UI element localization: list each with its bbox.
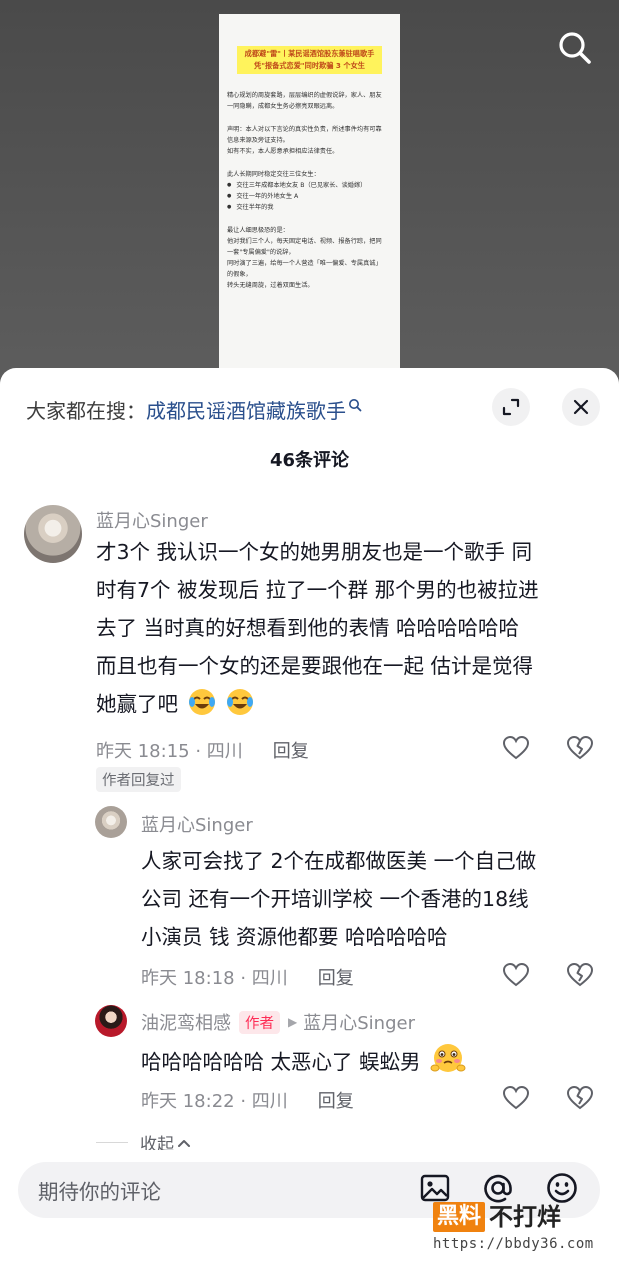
comment-time-location: 昨天 18:18 · 四川 [141,968,288,989]
doc-list-item: 交往三年成都本地女友 B（已见家长、谈婚嫁） [227,180,392,191]
comment-line: 她赢了吧 [96,692,178,716]
mention-button[interactable] [480,1170,516,1206]
doc-list: 此人长期同时稳定交往三位女生： 交往三年成都本地女友 B（已见家长、谈婚嫁） 交… [227,169,392,213]
comment-sheet: 大家都在搜： 成都民谣酒馆藏族歌手 46条评论 蓝月心Singer 才3个 我认… [0,368,619,1280]
comment-username-row: 油泥鸾相感 作者 ▶ 蓝月心Singer [141,1009,415,1035]
comment-line: 公司 还有一个开培训学校 一个香港的18线 [141,887,529,911]
comment-line-with-emoji: 她赢了吧 [96,685,601,723]
doc-list-item: 交往一年的外地女生 A [227,191,392,202]
broken-heart-icon [567,736,593,760]
watermark: 黑料 不打烊 https://bbdy36.com [433,1202,613,1262]
doc-title-line: 成都避"雷"丨某民谣酒馆股东兼驻唱歌手 [244,49,375,58]
like-button[interactable] [501,734,531,762]
watermark-url: https://bbdy36.com [433,1236,594,1252]
dislike-button[interactable] [565,1084,595,1112]
avatar[interactable] [95,806,127,838]
comment-line: 哈哈哈哈哈哈 太恶心了 蜈蚣男 [141,1050,421,1074]
hot-search-label: 大家都在搜： [26,398,146,423]
image-icon [420,1174,450,1202]
comment-line-with-emoji: 哈哈哈哈哈哈 太恶心了 蜈蚣男 [141,1041,601,1081]
author-badge: 作者 [239,1010,280,1034]
author-replied-tag: 作者回复过 [96,767,181,792]
emoji-button[interactable] [544,1170,580,1206]
laugh-cry-emoji-icon [188,689,215,715]
watermark-logo-part2: 不打烊 [489,1203,562,1231]
avatar[interactable] [24,505,82,563]
laugh-cry-emoji-icon [227,689,254,715]
video-document-image: 成都避"雷"丨某民谣酒馆股东兼驻唱歌手 凭"报备式恋爱"同时欺骗 3 个女生 精… [219,14,400,400]
doc-line: 声明：本人对以下言论的真实性负责，所述事件均有可靠 [227,126,382,133]
avatar[interactable] [95,1005,127,1037]
comment-meta: 昨天 18:22 · 四川 回复 [141,1087,354,1113]
search-icon [559,32,591,64]
expand-icon [502,398,520,416]
doc-line: 如有不实，本人愿意承担相应法律责任。 [227,148,339,155]
doc-list-item: 交往半年的我 [227,202,392,213]
watermark-logo-part1: 黑料 [433,1202,486,1232]
watermark-logo: 黑料 不打烊 [433,1202,613,1232]
doc-intro: 精心规划的周旋套路，层层编织的虚假说辞，家人、朋友 一同隐瞒，成都女生务必擦亮双… [227,90,392,112]
doc-line: 一套"专属偏爱"的说辞， [227,249,295,256]
image-button[interactable] [417,1170,453,1206]
doc-line: 一同隐瞒，成都女生务必擦亮双眼远离。 [227,103,339,110]
close-button[interactable] [562,388,600,426]
doc-line: 他对我们三个人，每天固定电话、视频、报备行踪，把同 [227,238,382,245]
comment-meta: 昨天 18:18 · 四川 回复 [141,964,354,990]
video-background[interactable]: 成都避"雷"丨某民谣酒馆股东兼驻唱歌手 凭"报备式恋爱"同时欺骗 3 个女生 精… [0,0,619,400]
comment-text: 哈哈哈哈哈哈 太恶心了 蜈蚣男 [141,1041,601,1081]
search-icon [349,399,362,412]
reply-button[interactable]: 回复 [318,964,354,990]
search-button[interactable] [553,26,597,70]
like-button[interactable] [501,961,531,989]
heart-icon [503,1086,529,1110]
comment-time-location: 昨天 18:22 · 四川 [141,1091,288,1112]
doc-line: 同时演了三遍，给每一个人营造「唯一偏爱、专属真诚」 [227,260,382,267]
expand-button[interactable] [492,388,530,426]
comment-line: 小演员 钱 资源他都要 哈哈哈哈哈 [141,925,448,949]
comment-username[interactable]: 油泥鸾相感 [141,1009,231,1035]
comment-line: 而且也有一个女的还是要跟他在一起 估计是觉得 [96,654,534,678]
like-button[interactable] [501,1084,531,1112]
doc-line: 信息来源及旁证支持。 [227,137,289,144]
smile-emoji-icon [547,1173,577,1203]
heart-icon [503,736,529,760]
chevron-up-icon [178,1139,190,1147]
comment-input-placeholder: 期待你的评论 [38,1180,161,1204]
dislike-button[interactable] [565,961,595,989]
comment-line: 时有7个 被发现后 拉了一个群 那个男的也被拉进 [96,578,539,602]
shy-blush-emoji-icon [430,1044,466,1072]
heart-icon [503,963,529,987]
dislike-button[interactable] [565,734,595,762]
comment-time-location: 昨天 18:15 · 四川 [96,741,243,762]
comment-text: 人家可会找了 2个在成都做医美 一个自己做 公司 还有一个开培训学校 一个香港的… [141,842,601,956]
broken-heart-icon [567,963,593,987]
comment-username[interactable]: 蓝月心Singer [96,507,208,533]
reply-button[interactable]: 回复 [273,737,309,763]
broken-heart-icon [567,1086,593,1110]
comment-username[interactable]: 蓝月心Singer [141,811,253,837]
doc-line: 的假象， [227,271,252,278]
comment-line: 去了 当时真的好想看到他的表情 哈哈哈哈哈哈 [96,616,520,640]
comment-line: 人家可会找了 2个在成都做医美 一个自己做 [141,849,537,873]
doc-line: 此人长期同时稳定交往三位女生： [227,171,320,178]
reply-button[interactable]: 回复 [318,1087,354,1113]
comment-line: 才3个 我认识一个女的她男朋友也是一个歌手 同 [96,540,533,564]
doc-title: 成都避"雷"丨某民谣酒馆股东兼驻唱歌手 凭"报备式恋爱"同时欺骗 3 个女生 [237,46,382,74]
doc-line: 转头无缝周旋，过着双面生活。 [227,282,314,289]
hot-search-keyword[interactable]: 成都民谣酒馆藏族歌手 [146,395,346,424]
doc-line: 最让人细思极恐的是： [227,227,289,234]
comment-meta: 昨天 18:15 · 四川 回复 [96,737,309,763]
doc-line: 精心规划的周旋套路，层层编织的虚假说辞，家人、朋友 [227,92,382,99]
hot-search-bar[interactable]: 大家都在搜： 成都民谣酒馆藏族歌手 [26,394,362,424]
doc-statement: 声明：本人对以下言论的真实性负责，所述事件均有可靠 信息来源及旁证支持。 如有不… [227,124,392,157]
at-sign-icon [484,1174,512,1203]
doc-ending: 最让人细思极恐的是： 他对我们三个人，每天固定电话、视频、报备行踪，把同 一套"… [227,225,392,291]
comment-text: 才3个 我认识一个女的她男朋友也是一个歌手 同 时有7个 被发现后 拉了一个群 … [96,533,601,723]
collapse-divider [96,1142,128,1143]
comment-count: 46条评论 [269,450,350,471]
reply-to-username[interactable]: 蓝月心Singer [303,1009,415,1035]
reply-arrow-icon: ▶ [288,1015,298,1029]
close-icon [573,399,589,415]
doc-title-line: 凭"报备式恋爱"同时欺骗 3 个女生 [254,61,365,70]
